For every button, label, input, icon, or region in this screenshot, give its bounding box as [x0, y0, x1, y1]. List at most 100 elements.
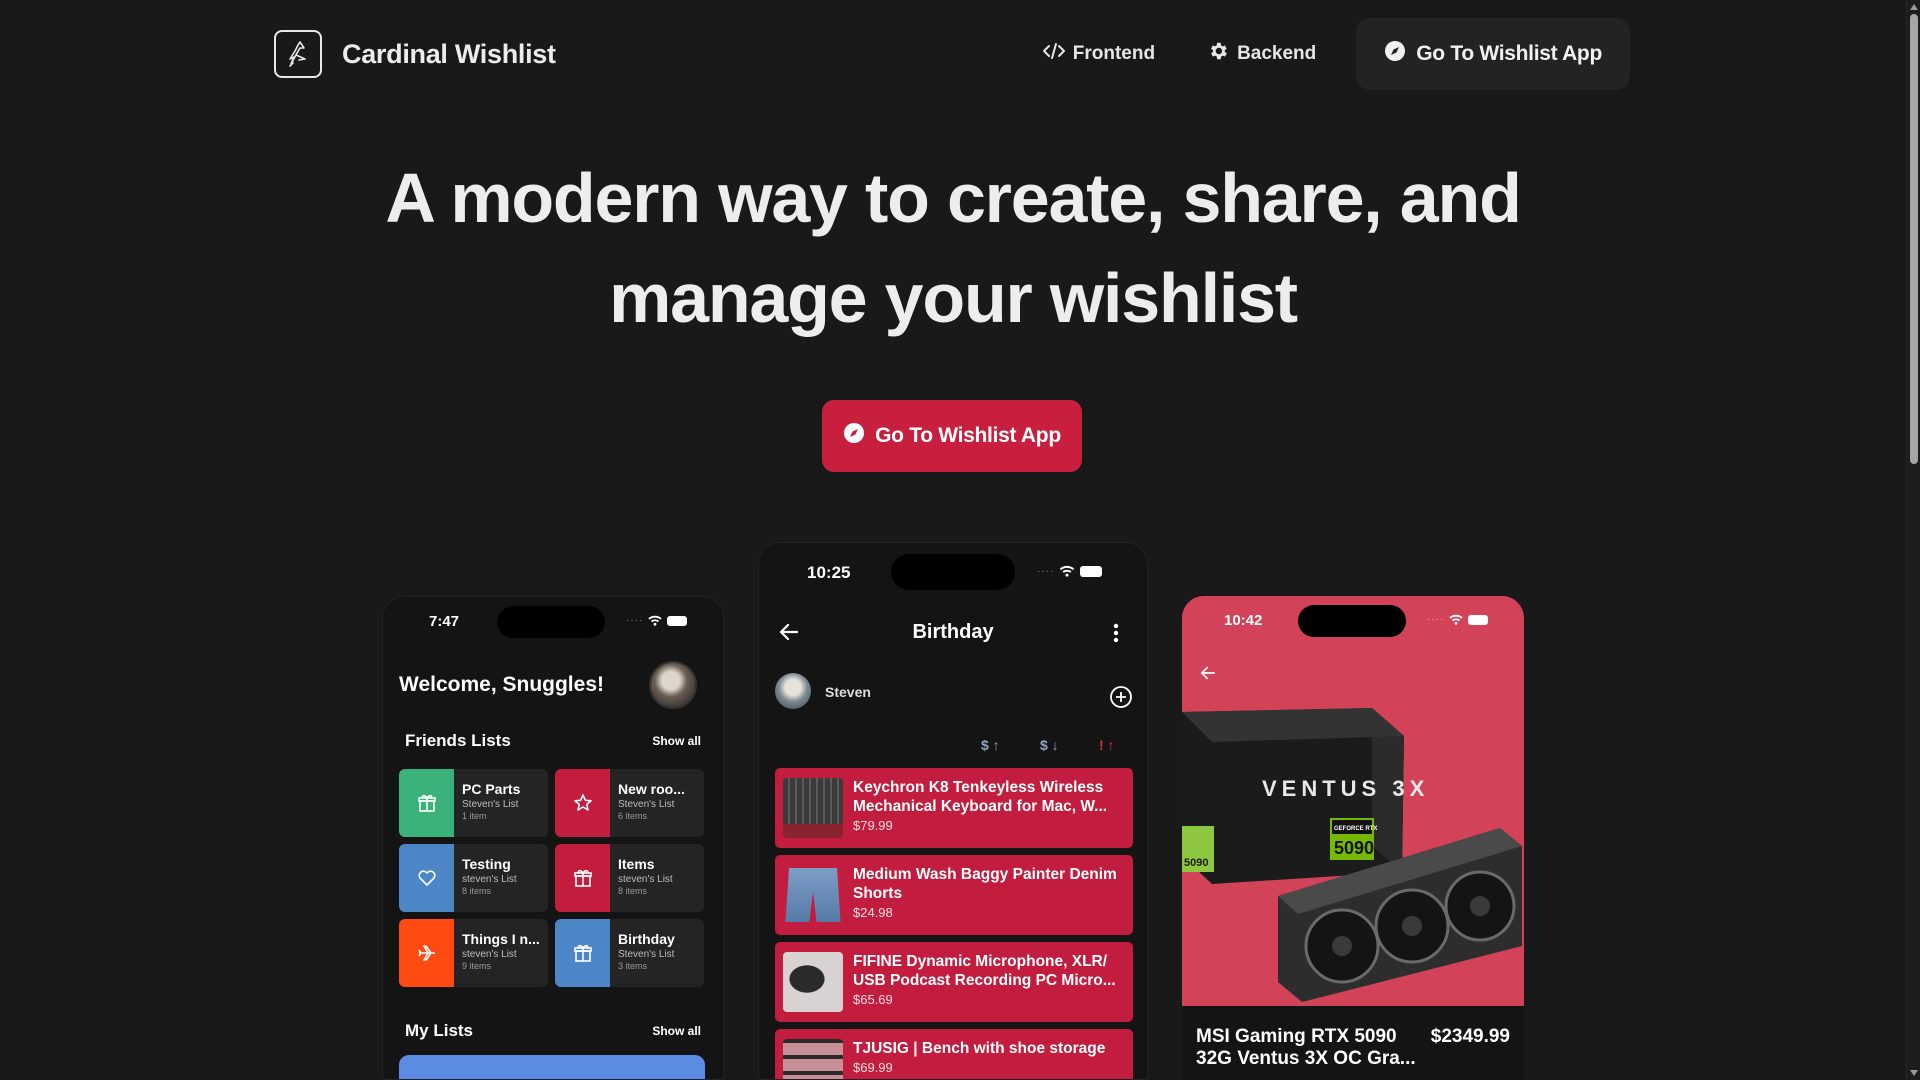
gift-icon [555, 919, 610, 987]
status-time: 10:25 [807, 563, 851, 582]
item-name: Keychron K8 Tenkeyless Wireless Mechanic… [853, 779, 1108, 815]
friends-lists-title: Friends Lists [405, 731, 511, 750]
tile-owner: Steven's List [618, 949, 675, 960]
dynamic-island [891, 554, 1015, 590]
tile-owner: steven's List [462, 874, 517, 885]
page-scrollbar[interactable] [1906, 0, 1920, 1080]
status-bar: 7:47 ···· [383, 597, 723, 647]
signal-icon: ···· [1037, 565, 1055, 577]
list-item[interactable]: TJUSIG | Bench with shoe storage $69.99 [775, 1029, 1133, 1079]
list-item[interactable]: Keychron K8 Tenkeyless Wireless Mechanic… [775, 768, 1133, 848]
microphone-thumbnail [783, 952, 843, 1012]
nav-backend-link[interactable]: Backend [1181, 18, 1342, 90]
nav-backend-label: Backend [1237, 43, 1317, 64]
gift-icon [555, 844, 610, 912]
list-item[interactable]: Medium Wash Baggy Painter Denim Shorts $… [775, 855, 1133, 935]
gear-icon [1207, 40, 1229, 68]
wifi-icon [1449, 614, 1463, 625]
dynamic-island [1298, 605, 1406, 637]
phone-mockup-list: 10:25 ···· Birthday Steven $ ↑ $ ↓ ! ↑ K… [758, 542, 1148, 1080]
tile-title: New roo... [618, 781, 685, 797]
tile-owner: Steven's List [618, 799, 675, 810]
cardinal-logo-icon[interactable] [274, 30, 322, 78]
keyboard-thumbnail [783, 778, 843, 838]
sort-price-desc-button[interactable]: $ ↓ [1040, 737, 1059, 753]
tile-count: 8 items [618, 886, 648, 896]
product-info-bar: MSI Gaming RTX 5090 32G Ventus 3X OC Gra… [1182, 1006, 1524, 1080]
sort-price-asc-button[interactable]: $ ↑ [981, 737, 1000, 753]
wifi-icon [648, 615, 662, 626]
product-name: MSI Gaming RTX 5090 32G Ventus 3X OC Gra… [1196, 1026, 1416, 1069]
my-lists-show-all-link[interactable]: Show all [652, 1024, 701, 1038]
status-bar: 10:25 ···· [759, 543, 1147, 593]
compass-icon [843, 422, 865, 450]
friend-list-tile[interactable]: Testing steven's List 8 items [399, 844, 548, 912]
box-badge-side: 5090 [1184, 857, 1208, 869]
status-time: 7:47 [429, 613, 460, 630]
tile-count: 3 items [618, 961, 648, 971]
status-icons: ···· [1427, 614, 1489, 625]
tile-title: Items [618, 856, 655, 872]
back-arrow-icon[interactable] [1200, 666, 1216, 685]
status-bar: 10:42 ···· [1182, 596, 1524, 646]
more-vertical-icon[interactable] [1113, 623, 1119, 648]
scroll-down-arrow-icon[interactable] [1910, 1070, 1918, 1076]
tile-owner: Steven's List [462, 799, 519, 810]
brand-name[interactable]: Cardinal Wishlist [342, 39, 556, 70]
bench-thumbnail [783, 1039, 843, 1079]
avatar[interactable] [649, 661, 697, 709]
friend-list-tile[interactable]: New roo... Steven's List 6 items [555, 769, 704, 837]
my-list-card[interactable] [399, 1055, 705, 1079]
friend-list-tile[interactable]: PC Parts Steven's List 1 item [399, 769, 548, 837]
site-header: Cardinal Wishlist Frontend Backend Go To… [274, 18, 1630, 90]
header-go-to-app-button[interactable]: Go To Wishlist App [1356, 18, 1630, 90]
scroll-thumb[interactable] [1910, 14, 1918, 464]
hero-title-line-1: A modern way to create, share, and [385, 159, 1522, 237]
gpu-product-image: 5090 VENTUS 3X GEFORCE RTX 5090 [1182, 708, 1522, 1002]
my-lists-title: My Lists [405, 1021, 474, 1040]
gift-icon [399, 769, 454, 837]
nav-frontend-label: Frontend [1072, 43, 1156, 64]
tile-count: 6 items [618, 811, 648, 821]
friend-list-tile[interactable]: Birthday Steven's List 3 items [555, 919, 704, 987]
tile-count: 8 items [462, 886, 492, 896]
tile-title: Birthday [618, 931, 675, 947]
signal-icon: ···· [626, 615, 644, 626]
status-icons: ···· [626, 615, 688, 626]
tile-count: 1 item [462, 811, 487, 821]
tile-owner: steven's List [618, 874, 673, 885]
friend-list-tile[interactable]: Items steven's List 8 items [555, 844, 704, 912]
scroll-up-arrow-icon[interactable] [1910, 4, 1918, 10]
item-price: $69.99 [853, 1060, 893, 1075]
status-icons: ···· [1037, 565, 1103, 577]
battery-icon [1468, 614, 1489, 625]
nav-frontend-link[interactable]: Frontend [1017, 18, 1181, 90]
hero-go-to-app-button[interactable]: Go To Wishlist App [822, 400, 1082, 472]
tile-owner: steven's List [462, 949, 517, 960]
list-owner-name: Steven [825, 684, 871, 700]
star-icon [555, 769, 610, 837]
battery-icon [667, 615, 688, 626]
code-icon [1042, 41, 1065, 67]
heart-icon [399, 844, 454, 912]
item-name: Medium Wash Baggy Painter Denim Shorts [853, 866, 1117, 902]
status-time: 10:42 [1224, 612, 1263, 629]
shorts-thumbnail [785, 868, 841, 922]
friend-list-tile[interactable]: Things I n... steven's List 9 items [399, 919, 548, 987]
avatar[interactable] [775, 673, 811, 709]
add-circle-icon[interactable] [1109, 685, 1133, 714]
tile-title: Testing [462, 856, 511, 872]
list-item[interactable]: FIFINE Dynamic Microphone, XLR/ USB Podc… [775, 942, 1133, 1022]
friends-show-all-link[interactable]: Show all [652, 734, 701, 748]
compass-icon [1384, 40, 1406, 68]
box-series: GEFORCE RTX [1334, 826, 1377, 832]
hero-cta-label: Go To Wishlist App [875, 424, 1061, 447]
sort-priority-button[interactable]: ! ↑ [1099, 737, 1115, 753]
item-price: $24.98 [853, 905, 893, 920]
tile-title: Things I n... [462, 931, 540, 947]
header-cta-label: Go To Wishlist App [1416, 42, 1602, 65]
hero-title-line-2: manage your wishlist [609, 259, 1298, 337]
tile-title: PC Parts [462, 781, 521, 797]
box-badge-front: 5090 [1334, 838, 1374, 858]
signal-icon: ···· [1427, 614, 1445, 625]
